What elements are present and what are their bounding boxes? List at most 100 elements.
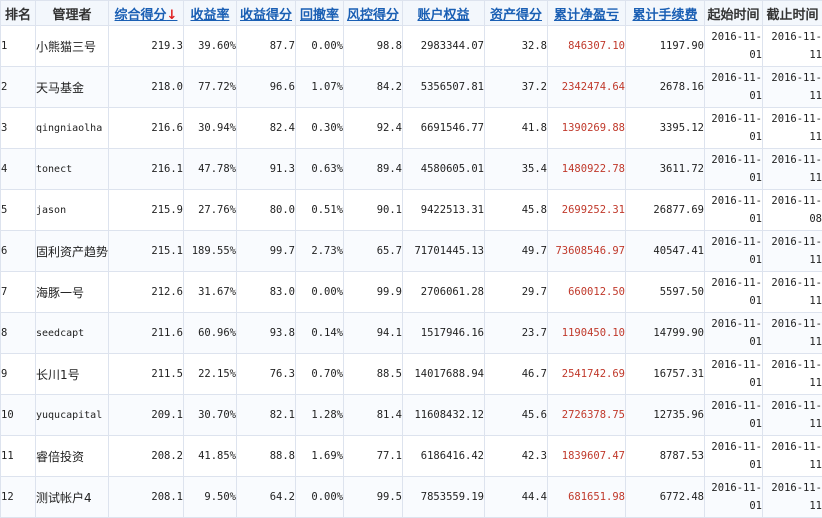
table-row[interactable]: 9长川1号211.522.15%76.30.70%88.514017688.94…	[1, 354, 822, 395]
table-row[interactable]: 6固利资产趋势215.1189.55%99.72.73%65.771701445…	[1, 231, 822, 272]
cell-end-time-line: 2016-11-	[763, 315, 822, 333]
header-equity-sort[interactable]: 账户权益	[403, 1, 485, 26]
table-row[interactable]: 3qingniaolha216.630.94%82.40.30%92.46691…	[1, 108, 822, 149]
cell-manager: qingniaolha	[36, 108, 109, 149]
cell-start-time-line: 2016-11-	[705, 315, 762, 333]
cell-drawdown: 0.70%	[296, 354, 344, 395]
cell-rank: 10	[1, 395, 36, 436]
cell-score: 211.5	[109, 354, 184, 395]
cell-risk-score: 92.4	[344, 108, 403, 149]
cell-start-time-line: 01	[705, 497, 762, 515]
table-row[interactable]: 8seedcapt211.660.96%93.80.14%94.11517946…	[1, 313, 822, 354]
cell-rank: 3	[1, 108, 36, 149]
cell-start-time: 2016-11-01	[705, 149, 763, 190]
cell-start-time-line: 01	[705, 415, 762, 433]
table-row[interactable]: 12测试帐户4208.19.50%64.20.00%99.57853559.19…	[1, 477, 822, 518]
cell-score: 212.6	[109, 272, 184, 313]
cell-return-rate: 27.76%	[184, 190, 237, 231]
header-fees-sort[interactable]: 累计手续费	[626, 1, 705, 26]
cell-start-time-line: 01	[705, 87, 762, 105]
cell-risk-score: 65.7	[344, 231, 403, 272]
cell-drawdown: 0.00%	[296, 477, 344, 518]
header-start-time: 起始时间	[705, 1, 763, 26]
cell-fees: 3395.12	[626, 108, 705, 149]
cell-rank: 4	[1, 149, 36, 190]
cell-fees: 8787.53	[626, 436, 705, 477]
sort-desc-icon: ↓	[167, 8, 178, 23]
cell-start-time-line: 2016-11-	[705, 69, 762, 87]
cell-equity: 71701445.13	[403, 231, 485, 272]
header-risk-score-sort[interactable]: 风控得分	[344, 1, 403, 26]
table-row[interactable]: 7海豚一号212.631.67%83.00.00%99.92706061.282…	[1, 272, 822, 313]
cell-end-time-line: 11	[763, 46, 822, 64]
cell-drawdown: 2.73%	[296, 231, 344, 272]
cell-start-time: 2016-11-01	[705, 436, 763, 477]
cell-start-time: 2016-11-01	[705, 313, 763, 354]
cell-asset-score: 41.8	[485, 108, 548, 149]
cell-start-time-line: 01	[705, 251, 762, 269]
cell-equity: 5356507.81	[403, 67, 485, 108]
cell-net-pnl: 73608546.97	[548, 231, 626, 272]
cell-end-time: 2016-11-11	[763, 149, 822, 190]
header-return-rate-sort[interactable]: 收益率	[184, 1, 237, 26]
cell-return-rate: 60.96%	[184, 313, 237, 354]
table-row[interactable]: 5jason215.927.76%80.00.51%90.19422513.31…	[1, 190, 822, 231]
cell-fees: 1197.90	[626, 26, 705, 67]
cell-risk-score: 99.9	[344, 272, 403, 313]
table-row[interactable]: 2天马基金218.077.72%96.61.07%84.25356507.813…	[1, 67, 822, 108]
cell-end-time: 2016-11-11	[763, 313, 822, 354]
header-rank: 排名	[1, 1, 36, 26]
cell-start-time: 2016-11-01	[705, 477, 763, 518]
cell-risk-score: 88.5	[344, 354, 403, 395]
table-row[interactable]: 1小熊猫三号219.339.60%87.70.00%98.82983344.07…	[1, 26, 822, 67]
cell-fees: 16757.31	[626, 354, 705, 395]
cell-end-time: 2016-11-11	[763, 231, 822, 272]
header-net-pnl-sort[interactable]: 累计净盈亏	[548, 1, 626, 26]
cell-equity: 6186416.42	[403, 436, 485, 477]
cell-end-time-line: 11	[763, 128, 822, 146]
cell-equity: 4580605.01	[403, 149, 485, 190]
cell-start-time-line: 2016-11-	[705, 274, 762, 292]
cell-asset-score: 45.6	[485, 395, 548, 436]
cell-risk-score: 90.1	[344, 190, 403, 231]
cell-rank: 7	[1, 272, 36, 313]
cell-manager: jason	[36, 190, 109, 231]
header-asset-score-sort[interactable]: 资产得分	[485, 1, 548, 26]
cell-asset-score: 35.4	[485, 149, 548, 190]
cell-end-time-line: 11	[763, 497, 822, 515]
cell-risk-score: 99.5	[344, 477, 403, 518]
cell-end-time-line: 2016-11-	[763, 438, 822, 456]
header-drawdown-sort[interactable]: 回撤率	[296, 1, 344, 26]
cell-start-time: 2016-11-01	[705, 272, 763, 313]
cell-end-time-line: 2016-11-	[763, 233, 822, 251]
cell-equity: 2983344.07	[403, 26, 485, 67]
cell-net-pnl: 1839607.47	[548, 436, 626, 477]
cell-start-time: 2016-11-01	[705, 67, 763, 108]
table-row[interactable]: 4tonect216.147.78%91.30.63%89.44580605.0…	[1, 149, 822, 190]
cell-score: 215.1	[109, 231, 184, 272]
cell-rank: 6	[1, 231, 36, 272]
cell-start-time-line: 01	[705, 210, 762, 228]
cell-fees: 14799.90	[626, 313, 705, 354]
cell-asset-score: 45.8	[485, 190, 548, 231]
cell-asset-score: 46.7	[485, 354, 548, 395]
cell-drawdown: 1.07%	[296, 67, 344, 108]
cell-drawdown: 0.30%	[296, 108, 344, 149]
cell-start-time-line: 01	[705, 128, 762, 146]
cell-end-time-line: 2016-11-	[763, 110, 822, 128]
header-return-score-sort[interactable]: 收益得分	[237, 1, 296, 26]
header-score-sort[interactable]: 综合得分↓	[109, 1, 184, 26]
cell-return-score: 76.3	[237, 354, 296, 395]
cell-start-time-line: 2016-11-	[705, 438, 762, 456]
cell-score: 218.0	[109, 67, 184, 108]
cell-end-time: 2016-11-11	[763, 26, 822, 67]
table-row[interactable]: 11睿倍投资208.241.85%88.81.69%77.16186416.42…	[1, 436, 822, 477]
cell-start-time-line: 2016-11-	[705, 151, 762, 169]
cell-net-pnl: 2699252.31	[548, 190, 626, 231]
cell-end-time: 2016-11-11	[763, 477, 822, 518]
cell-score: 211.6	[109, 313, 184, 354]
cell-risk-score: 81.4	[344, 395, 403, 436]
table-row[interactable]: 10yuqucapital209.130.70%82.11.28%81.4116…	[1, 395, 822, 436]
cell-end-time: 2016-11-11	[763, 395, 822, 436]
table-body: 1小熊猫三号219.339.60%87.70.00%98.82983344.07…	[1, 26, 822, 518]
